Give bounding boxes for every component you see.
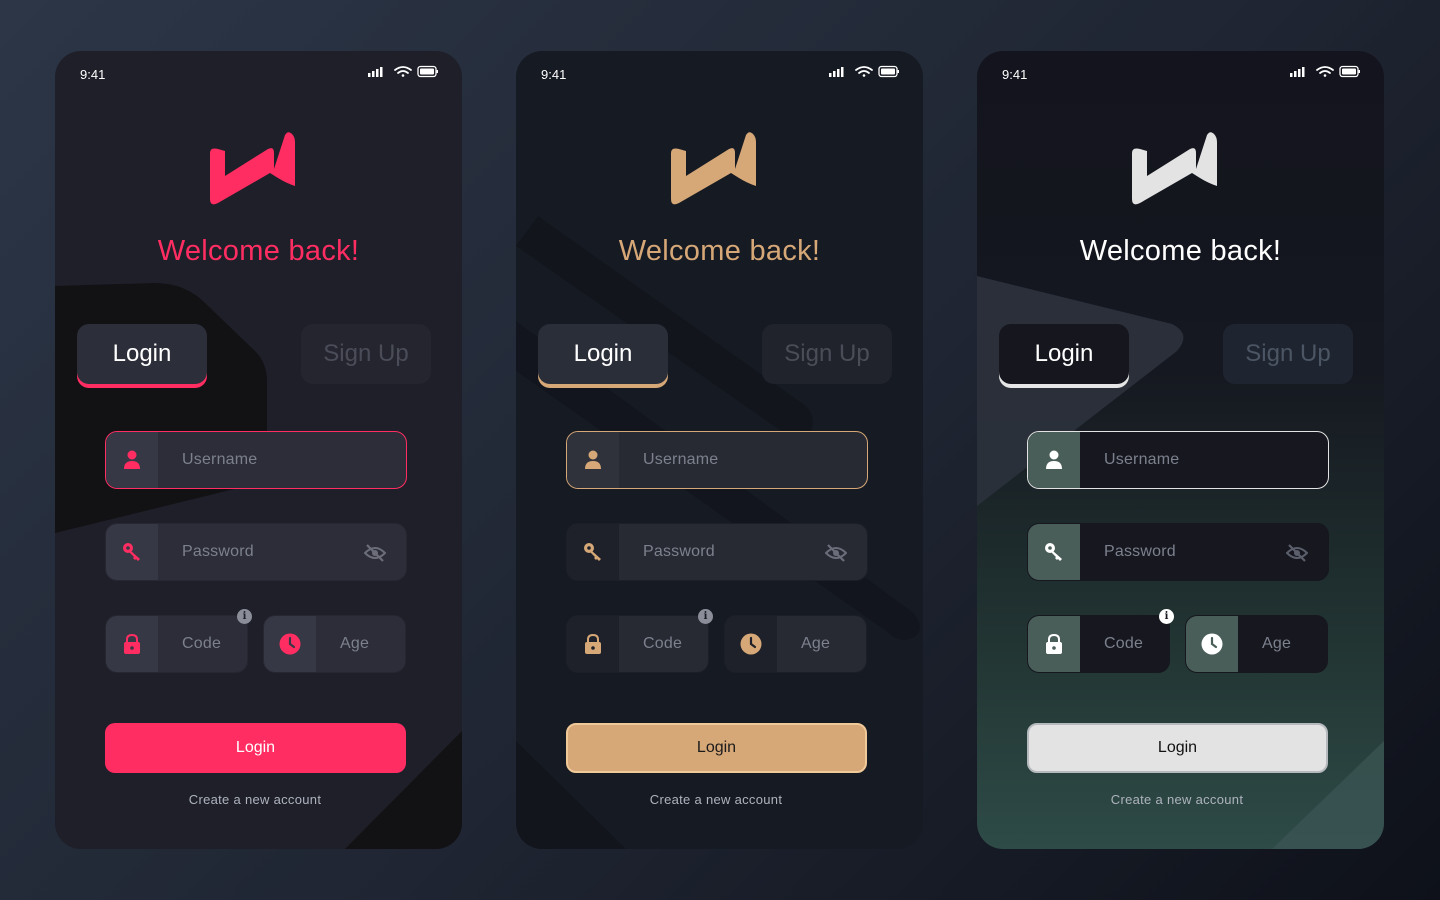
username-placeholder: Username <box>1104 451 1180 468</box>
age-field[interactable]: Age <box>1185 615 1328 673</box>
login-button[interactable]: Login <box>1027 723 1328 773</box>
lock-icon <box>1028 616 1080 672</box>
username-placeholder: Username <box>182 451 258 468</box>
welcome-heading: Welcome back! <box>157 235 360 267</box>
info-icon[interactable]: i <box>698 609 713 624</box>
code-field[interactable]: Code <box>566 615 709 673</box>
signal-icon <box>829 67 844 77</box>
signal-icon <box>368 67 383 77</box>
password-field[interactable]: Password <box>105 523 407 581</box>
tab-login[interactable]: Login <box>999 324 1129 384</box>
status-time: 9:41 <box>80 67 106 82</box>
code-placeholder: Code <box>643 635 683 652</box>
clock-icon <box>725 616 777 672</box>
username-field[interactable]: Username <box>566 431 868 489</box>
tab-login[interactable]: Login <box>538 324 668 384</box>
login-button[interactable]: Login <box>566 723 867 773</box>
eye-off-icon[interactable] <box>364 543 386 563</box>
code-placeholder: Code <box>182 635 222 652</box>
lock-icon <box>567 616 619 672</box>
wifi-icon <box>855 66 873 77</box>
username-placeholder: Username <box>643 451 719 468</box>
tab-signup[interactable]: Sign Up <box>301 324 431 384</box>
age-placeholder: Age <box>340 635 370 652</box>
age-field[interactable]: Age <box>724 615 867 673</box>
clock-icon <box>1186 616 1238 672</box>
status-bar-icons <box>368 65 438 78</box>
brand-logo-icon <box>210 132 295 205</box>
create-account-link[interactable]: Create a new account <box>977 792 1377 807</box>
age-placeholder: Age <box>801 635 831 652</box>
lock-icon <box>106 616 158 672</box>
info-icon[interactable]: i <box>1159 609 1174 624</box>
user-icon <box>567 432 619 488</box>
user-icon <box>106 432 158 488</box>
age-field[interactable]: Age <box>263 615 406 673</box>
login-screen-white: 9:41 Welcome back! Login Sign Up Usernam… <box>977 51 1384 849</box>
battery-icon <box>878 65 899 78</box>
wifi-icon <box>394 66 412 77</box>
login-screen-pink: 9:41 Welcome back! Login Sign Up Usernam… <box>55 51 462 849</box>
login-button[interactable]: Login <box>105 723 406 773</box>
create-account-link[interactable]: Create a new account <box>516 792 916 807</box>
code-field[interactable]: Code <box>105 615 248 673</box>
eye-off-icon[interactable] <box>825 543 847 563</box>
welcome-heading: Welcome back! <box>618 235 821 267</box>
username-field[interactable]: Username <box>1027 431 1329 489</box>
signal-icon <box>1290 67 1305 77</box>
status-time: 9:41 <box>541 67 567 82</box>
welcome-heading: Welcome back! <box>1079 235 1282 267</box>
key-icon <box>106 524 158 580</box>
password-placeholder: Password <box>643 543 715 560</box>
user-icon <box>1028 432 1080 488</box>
tab-signup[interactable]: Sign Up <box>1223 324 1353 384</box>
clock-icon <box>264 616 316 672</box>
password-placeholder: Password <box>1104 543 1176 560</box>
wifi-icon <box>1316 66 1334 77</box>
key-icon <box>1028 524 1080 580</box>
username-field[interactable]: Username <box>105 431 407 489</box>
password-placeholder: Password <box>182 543 254 560</box>
info-icon[interactable]: i <box>237 609 252 624</box>
battery-icon <box>1339 65 1360 78</box>
status-time: 9:41 <box>1002 67 1028 82</box>
age-placeholder: Age <box>1262 635 1292 652</box>
tab-login[interactable]: Login <box>77 324 207 384</box>
brand-logo-icon <box>1132 132 1217 205</box>
status-bar-icons <box>829 65 899 78</box>
tab-signup[interactable]: Sign Up <box>762 324 892 384</box>
login-screen-gold: 9:41 Welcome back! Login Sign Up Usernam… <box>516 51 923 849</box>
password-field[interactable]: Password <box>566 523 868 581</box>
key-icon <box>567 524 619 580</box>
battery-icon <box>417 65 438 78</box>
status-bar-icons <box>1290 65 1360 78</box>
brand-logo-icon <box>671 132 756 205</box>
code-placeholder: Code <box>1104 635 1144 652</box>
password-field[interactable]: Password <box>1027 523 1329 581</box>
eye-off-icon[interactable] <box>1286 543 1308 563</box>
code-field[interactable]: Code <box>1027 615 1170 673</box>
create-account-link[interactable]: Create a new account <box>55 792 455 807</box>
